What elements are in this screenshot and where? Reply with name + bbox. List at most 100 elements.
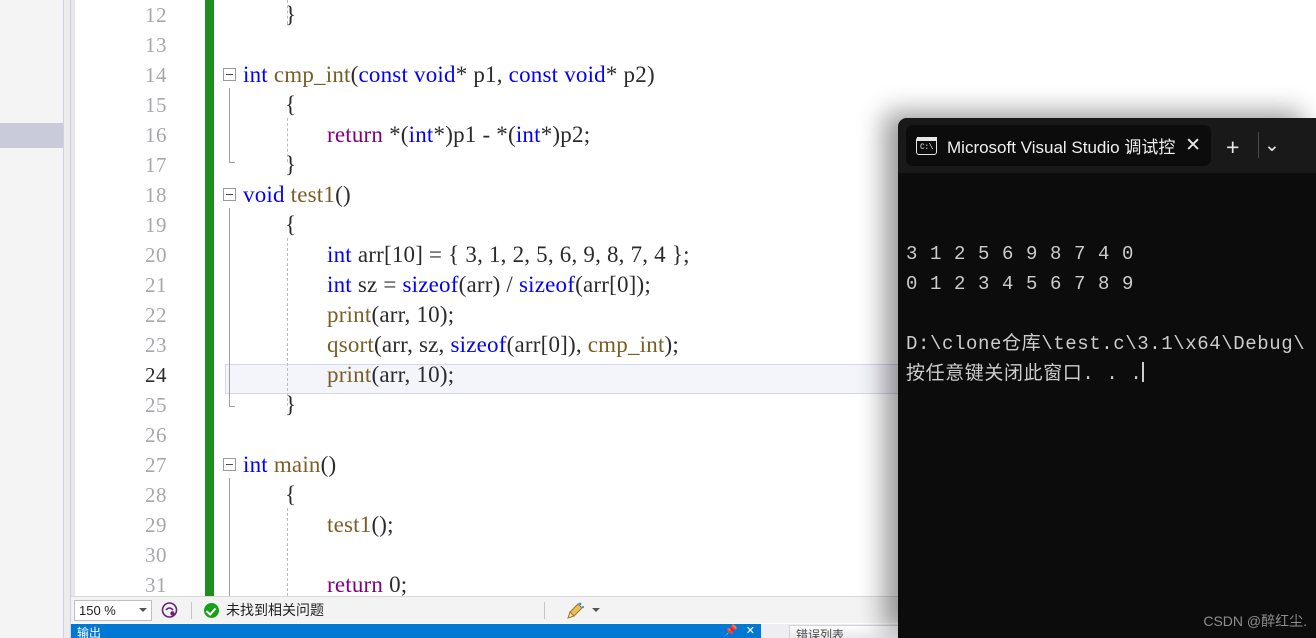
code-text: void test1() — [243, 182, 351, 207]
editor-status-bar[interactable]: 150 % 未找到相关问题 — [71, 596, 905, 623]
outline-guide-line — [229, 208, 230, 406]
console-tab-title: Microsoft Visual Studio 调试控 — [947, 138, 1176, 157]
console-tab[interactable]: C:\ Microsoft Visual Studio 调试控 ✕ — [906, 125, 1211, 166]
titlebar-divider — [1258, 132, 1259, 158]
output-tab[interactable]: 输出 📌 ✕ — [71, 624, 761, 638]
code-line[interactable]: 26 — [75, 420, 905, 450]
line-number: 31 — [145, 573, 167, 596]
console-caret — [1142, 362, 1145, 382]
status-separator-2 — [544, 601, 545, 619]
code-text: { — [285, 212, 297, 237]
console-title-bar[interactable]: C:\ Microsoft Visual Studio 调试控 ✕ + ⌄ — [898, 118, 1316, 173]
code-editor[interactable]: 12} 13 14 int cmp_int(const void* p1, const… — [75, 0, 905, 596]
outline-guide-line — [229, 478, 230, 596]
code-line[interactable]: 15 { — [75, 90, 905, 120]
code-text: print(arr, 10); — [327, 302, 455, 327]
code-text: return 0; — [327, 572, 408, 596]
code-line[interactable]: 25} — [75, 390, 905, 420]
code-line[interactable]: 22 print(arr, 10); — [75, 300, 905, 330]
indent-guide — [287, 508, 289, 596]
debug-console-window[interactable]: C:\ Microsoft Visual Studio 调试控 ✕ + ⌄ 3 … — [898, 118, 1316, 638]
code-line[interactable]: 29 test1(); — [75, 510, 905, 540]
code-line[interactable]: 14 int cmp_int(const void* p1, const void… — [75, 60, 905, 90]
code-text: qsort(arr, sz, sizeof(arr[0]), cmp_int); — [327, 332, 679, 357]
code-line[interactable]: 19 { — [75, 210, 905, 240]
plus-icon[interactable]: + — [1226, 136, 1239, 159]
collapse-outline-icon[interactable] — [223, 68, 236, 81]
output-tab-buttons[interactable]: 📌 ✕ — [724, 624, 755, 637]
outline-guide-foot — [229, 406, 235, 407]
code-line[interactable]: 17} — [75, 150, 905, 180]
code-text: int arr[10] = { 3, 1, 2, 5, 6, 9, 8, 7, … — [327, 242, 690, 267]
code-text: int main() — [243, 452, 337, 477]
code-line[interactable]: 16 return *(int*)p1 - *(int*)p2; — [75, 120, 905, 150]
left-panel-selected-row[interactable] — [0, 123, 63, 148]
collapse-outline-icon[interactable] — [223, 458, 236, 471]
zoom-level-combobox[interactable]: 150 % — [74, 599, 152, 621]
console-lines: 3 1 2 5 6 9 8 7 4 0 0 1 2 3 4 5 6 7 8 9 D… — [906, 239, 1316, 389]
collapse-outline-icon[interactable] — [223, 188, 236, 201]
status-separator-1 — [191, 601, 192, 619]
outline-guide-line — [229, 88, 230, 162]
code-line[interactable]: 30 — [75, 540, 905, 570]
status-message: 未找到相关问题 — [226, 602, 324, 618]
console-output[interactable]: 3 1 2 5 6 9 8 7 4 0 0 1 2 3 4 5 6 7 8 9 D… — [898, 173, 1316, 449]
console-line: 0 1 2 3 4 5 6 7 8 9 — [906, 273, 1135, 295]
code-line[interactable]: 27 int main() — [75, 450, 905, 480]
code-text: print(arr, 10); — [327, 362, 455, 387]
line-number: 22 — [145, 303, 167, 327]
code-lines-container[interactable]: 12} 13 14 int cmp_int(const void* p1, const… — [75, 0, 905, 596]
code-text: return *(int*)p1 - *(int*)p2; — [327, 122, 591, 147]
line-number: 28 — [145, 483, 167, 507]
console-window-icon: C:\ — [916, 136, 937, 155]
indent-guide — [287, 118, 289, 162]
console-icon-text: C:\ — [920, 142, 933, 152]
csdn-watermark: CSDN @醉红尘. — [1203, 613, 1307, 629]
console-line: D:\clone仓库\test.c\3.1\x64\Debug\ — [906, 333, 1306, 355]
line-number: 20 — [145, 243, 167, 267]
code-line[interactable]: 21 int sz = sizeof(arr) / sizeof(arr[0]); — [75, 270, 905, 300]
code-line[interactable]: 12} — [75, 0, 905, 30]
close-icon[interactable]: ✕ — [1185, 136, 1201, 155]
close-icon[interactable]: ✕ — [746, 624, 755, 637]
code-cleanup-broom-icon[interactable] — [565, 601, 585, 620]
left-tool-panel[interactable] — [0, 0, 64, 638]
code-line[interactable]: 20 int arr[10] = { 3, 1, 2, 5, 6, 9, 8, 7… — [75, 240, 905, 270]
code-text: test1(); — [327, 512, 394, 537]
line-number: 26 — [145, 423, 167, 447]
line-number: 24 — [145, 363, 167, 387]
code-text: int cmp_int(const void* p1, const void* … — [243, 62, 655, 87]
zoom-level-value: 150 % — [79, 602, 116, 618]
console-line: 3 1 2 5 6 9 8 7 4 0 — [906, 243, 1135, 265]
line-number: 21 — [145, 273, 167, 297]
code-line[interactable]: 28 { — [75, 480, 905, 510]
console-line: 按任意键关闭此窗口. . . — [906, 362, 1145, 385]
code-line[interactable]: 13 — [75, 30, 905, 60]
line-number: 23 — [145, 333, 167, 357]
line-number: 25 — [145, 393, 167, 417]
line-number: 30 — [145, 543, 167, 567]
cleanup-chevron-down-icon[interactable] — [592, 608, 600, 612]
line-number: 19 — [145, 213, 167, 237]
line-number: 18 — [145, 183, 167, 207]
line-number: 12 — [145, 3, 167, 27]
output-tab-label: 输出 — [77, 626, 102, 638]
indent-guide — [287, 0, 289, 24]
code-line[interactable]: 18 void test1() — [75, 180, 905, 210]
chevron-down-icon[interactable] — [139, 608, 147, 612]
intellicode-icon[interactable] — [160, 601, 179, 620]
code-text: { — [285, 92, 297, 117]
pin-icon[interactable]: 📌 — [724, 624, 738, 637]
code-text: { — [285, 482, 297, 507]
code-line[interactable]: 31 return 0; — [75, 570, 905, 596]
code-line[interactable]: 24 print(arr, 10); — [75, 360, 905, 390]
line-number: 16 — [145, 123, 167, 147]
line-number: 27 — [145, 453, 167, 477]
left-panel-divider — [64, 0, 71, 638]
line-number: 29 — [145, 513, 167, 537]
code-line[interactable]: 23 qsort(arr, sz, sizeof(arr[0]), cmp_int… — [75, 330, 905, 360]
chevron-down-icon[interactable]: ⌄ — [1264, 136, 1280, 155]
line-number: 15 — [145, 93, 167, 117]
line-number: 14 — [145, 63, 167, 87]
